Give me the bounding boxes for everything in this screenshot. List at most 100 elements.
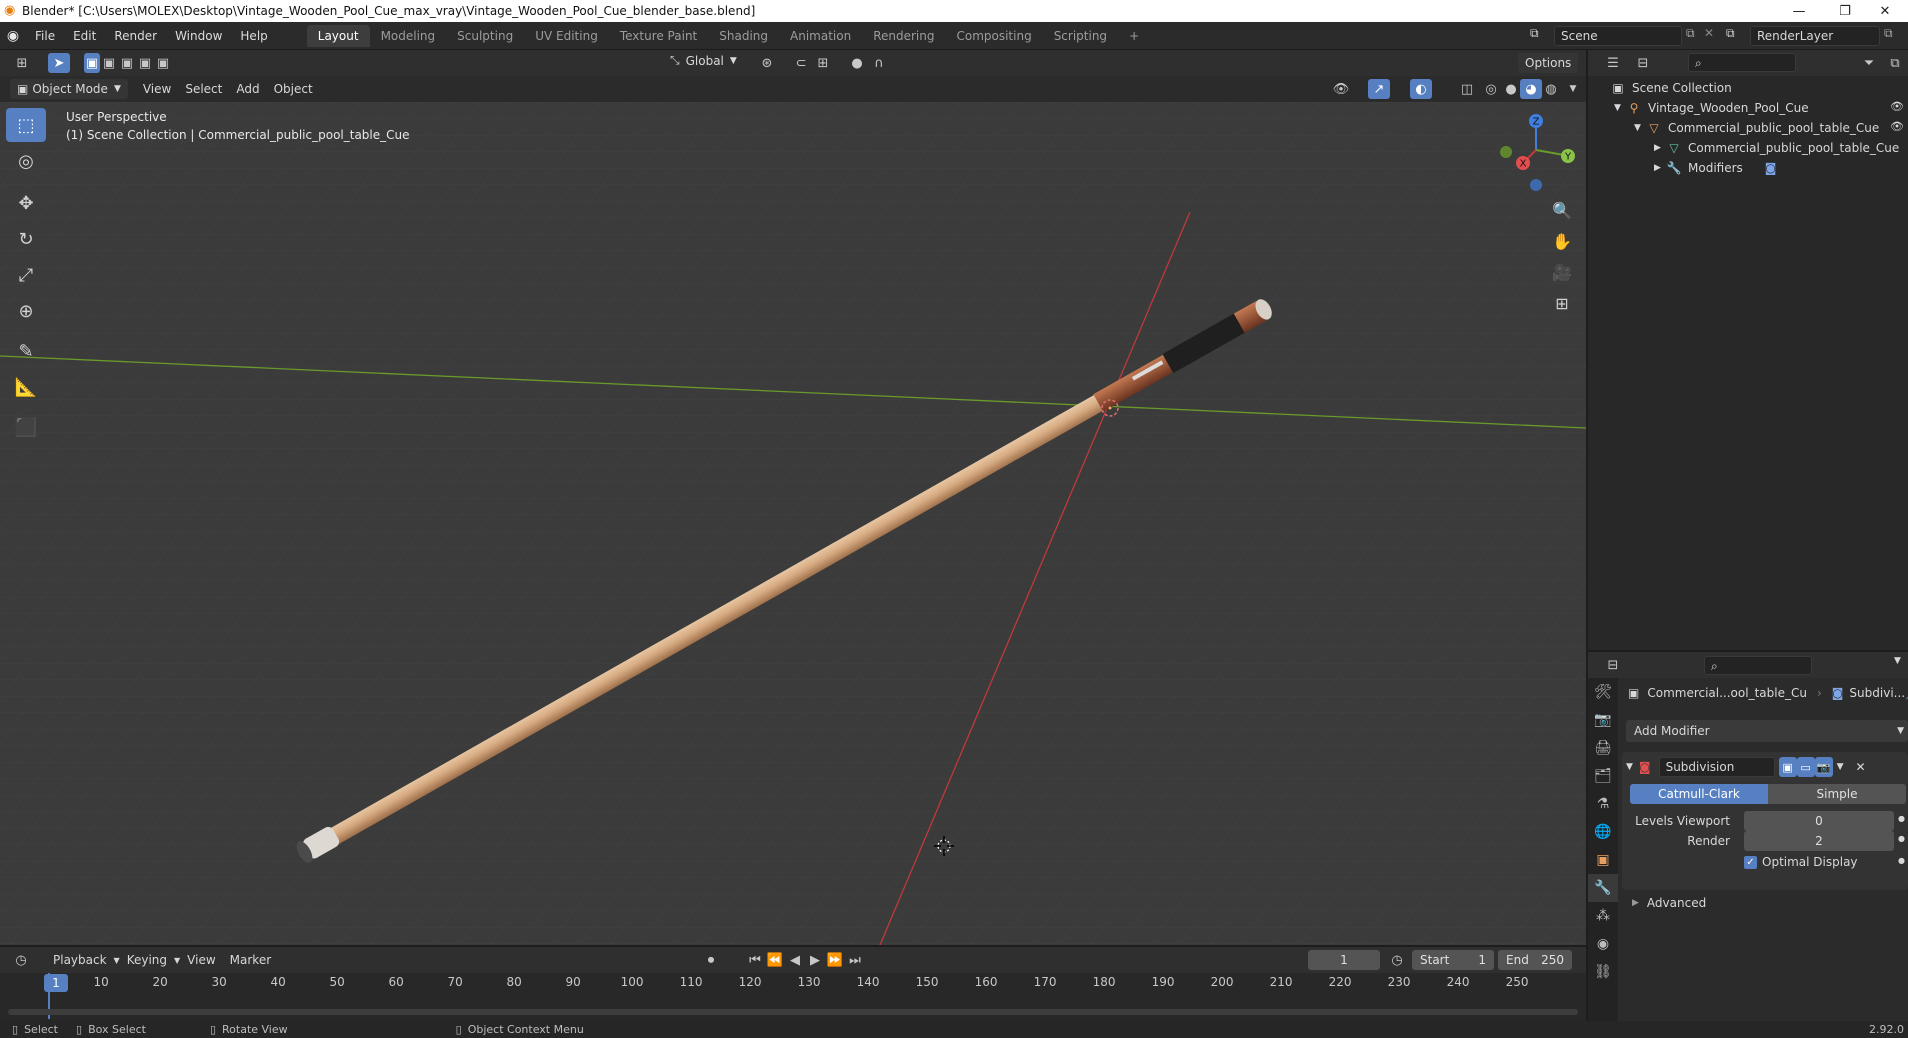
renderlayer-browse-icon[interactable]: ⧉ xyxy=(1726,26,1735,41)
zoom-icon[interactable]: 🔍 xyxy=(1548,196,1576,224)
rotate-tool-icon[interactable]: ↻ xyxy=(6,222,46,256)
select-mode-intersect-icon[interactable]: ▣ xyxy=(154,53,172,73)
viewport-toggle-icon[interactable]: ▭ xyxy=(1796,757,1815,777)
outliner-row-mesh[interactable]: ▶ ▽ Commercial_public_pool_table_Cue xyxy=(1654,138,1899,158)
proportional-edit-icon[interactable]: ● xyxy=(846,53,868,73)
minimize-button[interactable]: — xyxy=(1776,0,1822,22)
shading-options-icon[interactable]: ▼ xyxy=(1562,79,1584,99)
timeline-area[interactable]: 10 20 30 40 50 60 70 80 90 100 110 120 130 140 150 160 1… xyxy=(0,973,1586,1021)
add-modifier-dropdown[interactable]: Add Modifier ▼ xyxy=(1626,720,1908,742)
properties-editor-type-icon[interactable]: ⊟ xyxy=(1602,655,1624,675)
tool-tab-icon[interactable]: 🛠 xyxy=(1588,678,1618,706)
play-icon[interactable]: ▶ xyxy=(804,950,826,970)
outliner-search-input[interactable]: ⌕ xyxy=(1688,53,1796,72)
keyframe-dot-icon[interactable]: ● xyxy=(1898,814,1905,823)
optimal-display-checkbox[interactable]: ✓ xyxy=(1744,856,1757,869)
chevron-down-icon[interactable]: ▼ xyxy=(1837,762,1844,772)
editor-type-icon[interactable]: ⊞ xyxy=(8,53,36,73)
menu-view[interactable]: View xyxy=(180,950,222,970)
play-reverse-icon[interactable]: ◀ xyxy=(784,950,806,970)
use-preview-range-icon[interactable]: ◷ xyxy=(1386,950,1408,970)
physics-tab-icon[interactable]: ◉ xyxy=(1588,930,1618,958)
jump-keyframe-back-icon[interactable]: ⏪ xyxy=(764,950,786,970)
menu-object[interactable]: Object xyxy=(267,79,320,99)
options-dropdown[interactable]: Options xyxy=(1518,53,1579,73)
gizmo-toggle-icon[interactable]: ↗ xyxy=(1368,79,1390,99)
simple-button[interactable]: Simple xyxy=(1768,784,1906,804)
view-layer-tab-icon[interactable]: 🗂 xyxy=(1588,762,1618,790)
overlay-toggle-icon[interactable]: ◐ xyxy=(1410,79,1432,99)
menu-keying[interactable]: Keying xyxy=(120,950,174,970)
visibility-icon[interactable]: 👁 xyxy=(1330,79,1352,99)
shading-solid-icon[interactable]: ● xyxy=(1500,79,1522,99)
modifier-tab-icon[interactable]: 🔧 xyxy=(1588,874,1618,902)
properties-search-input[interactable]: ⌕ xyxy=(1704,656,1812,675)
outliner-row-armature[interactable]: ▼ ⚲ Vintage_Wooden_Pool_Cue xyxy=(1614,98,1809,118)
renderlayer-field[interactable]: RenderLayer xyxy=(1750,26,1880,46)
advanced-subpanel[interactable]: ▶ Advanced xyxy=(1632,896,1706,910)
add-workspace-button[interactable]: + xyxy=(1118,25,1150,47)
new-collection-icon[interactable]: ⧉ xyxy=(1884,53,1906,73)
jump-keyframe-forward-icon[interactable]: ⏩ xyxy=(824,950,846,970)
keyframe-dot-icon[interactable]: ● xyxy=(1898,856,1905,865)
display-mode-icon[interactable]: ⊟ xyxy=(1632,53,1654,73)
proportional-falloff-icon[interactable]: ∩ xyxy=(868,53,890,73)
3d-viewport[interactable]: Z Y X xyxy=(0,102,1586,945)
select-box-tool-icon[interactable]: ⬚ xyxy=(6,108,46,142)
scene-new-icon[interactable]: ⧉ xyxy=(1686,26,1695,41)
snap-icon[interactable]: ⊂ xyxy=(790,53,812,73)
edit-mode-toggle-icon[interactable]: ▣ xyxy=(1778,757,1797,777)
select-tool-icon[interactable]: ➤ xyxy=(48,53,70,73)
timeline-editor-type-icon[interactable]: ◷ xyxy=(10,950,32,970)
close-button[interactable]: ✕ xyxy=(1862,0,1908,22)
xray-toggle-icon[interactable]: ◫ xyxy=(1456,79,1478,99)
menu-add[interactable]: Add xyxy=(229,79,266,99)
menu-render[interactable]: Render xyxy=(105,22,166,50)
menu-window[interactable]: Window xyxy=(166,22,231,50)
pivot-point-icon[interactable]: ⊛ xyxy=(756,53,778,73)
tab-scripting[interactable]: Scripting xyxy=(1043,25,1118,47)
tab-compositing[interactable]: Compositing xyxy=(945,25,1042,47)
menu-playback[interactable]: Playback xyxy=(46,950,114,970)
tab-sculpting[interactable]: Sculpting xyxy=(446,25,524,47)
scene-tab-icon[interactable]: ⚗ xyxy=(1588,790,1618,818)
start-frame-field[interactable]: Start 1 xyxy=(1412,950,1494,970)
select-mode-new-icon[interactable]: ▣ xyxy=(84,53,100,73)
outliner-row-modifiers[interactable]: ▶ 🔧 Modifiers ◙ xyxy=(1654,158,1776,178)
expand-chevron-icon[interactable]: ▶ xyxy=(1654,158,1666,178)
constraints-tab-icon[interactable]: ⛓ xyxy=(1588,958,1618,986)
perspective-toggle-icon[interactable]: ⊞ xyxy=(1548,289,1576,317)
timeline-scrollbar[interactable] xyxy=(8,1009,1578,1015)
modifier-name-input[interactable]: Subdivision xyxy=(1658,757,1775,777)
menu-view[interactable]: View xyxy=(136,79,178,99)
jump-start-icon[interactable]: ⏮ xyxy=(744,950,766,970)
keyframe-dot-icon[interactable]: ● xyxy=(1898,834,1905,843)
visibility-eye-icon[interactable]: 👁 xyxy=(1890,100,1904,113)
pan-hand-icon[interactable]: ✋ xyxy=(1548,227,1576,255)
tab-modeling[interactable]: Modeling xyxy=(370,25,447,47)
measure-tool-icon[interactable]: 📐 xyxy=(6,370,46,404)
shading-wireframe-icon[interactable]: ◎ xyxy=(1480,79,1502,99)
particles-tab-icon[interactable]: ⁂ xyxy=(1588,902,1618,930)
outliner-row-object[interactable]: ▼ ▽ Commercial_public_pool_table_Cue xyxy=(1634,118,1879,138)
end-frame-field[interactable]: End 250 xyxy=(1498,950,1572,970)
shading-rendered-icon[interactable]: ◍ xyxy=(1540,79,1562,99)
outliner-editor-type-icon[interactable]: ☰ xyxy=(1602,53,1624,73)
output-tab-icon[interactable]: 🖨 xyxy=(1588,734,1618,762)
menu-file[interactable]: File xyxy=(26,22,64,50)
chevron-down-icon[interactable]: ▼ xyxy=(1894,656,1901,666)
transform-orientation-dropdown[interactable]: ⤡ Global ▼ xyxy=(670,53,737,68)
tab-animation[interactable]: Animation xyxy=(779,25,862,47)
move-tool-icon[interactable]: ✥ xyxy=(6,186,46,220)
menu-marker[interactable]: Marker xyxy=(223,950,278,970)
select-mode-invert-icon[interactable]: ▣ xyxy=(136,53,154,73)
render-tab-icon[interactable]: 📷 xyxy=(1588,706,1618,734)
frame-ruler[interactable]: 10 20 30 40 50 60 70 80 90 100 110 120 130 140 150 160 1… xyxy=(0,973,1586,995)
scene-remove-icon[interactable]: ✕ xyxy=(1704,26,1714,40)
render-toggle-icon[interactable]: 📷 xyxy=(1814,757,1833,777)
transform-tool-icon[interactable]: ⊕ xyxy=(6,294,46,328)
tab-uv-editing[interactable]: UV Editing xyxy=(524,25,609,47)
snap-target-icon[interactable]: ⊞ xyxy=(812,53,834,73)
current-frame-field[interactable]: 1 xyxy=(1308,950,1380,970)
camera-view-icon[interactable]: 🎥 xyxy=(1548,258,1576,286)
